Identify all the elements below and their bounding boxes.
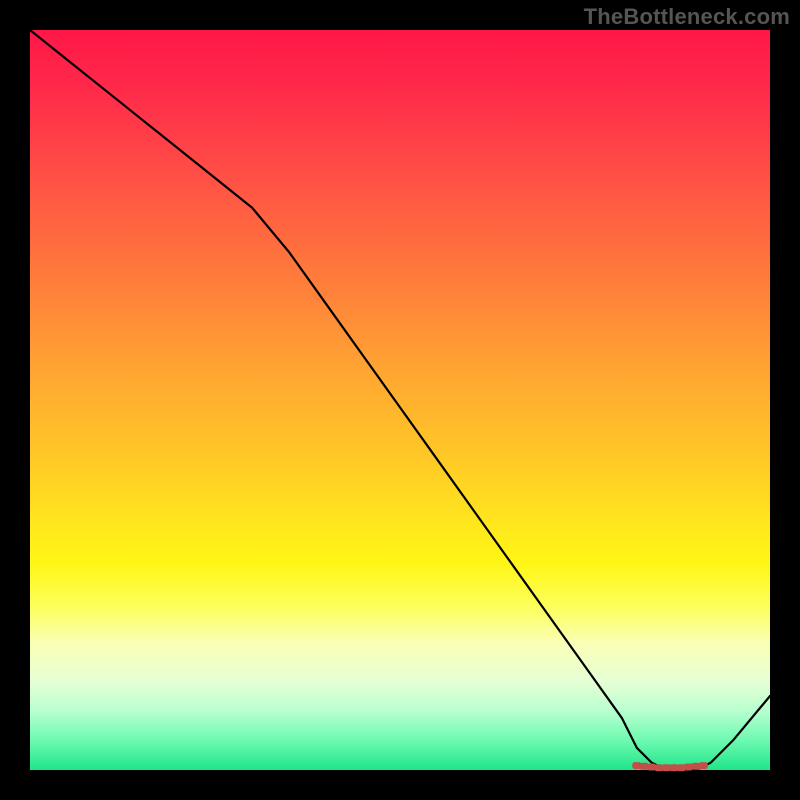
marker-point (648, 764, 656, 770)
marker-point (655, 765, 663, 771)
marker-point (685, 764, 693, 770)
chart-frame: TheBottleneck.com (0, 0, 800, 800)
optimal-zone-markers (633, 763, 708, 771)
chart-svg (30, 30, 770, 770)
marker-point (633, 763, 641, 769)
marker-point (662, 765, 670, 771)
marker-point (640, 763, 648, 769)
marker-point (677, 765, 685, 771)
marker-point (670, 765, 678, 771)
watermark-text: TheBottleneck.com (584, 4, 790, 30)
bottleneck-curve (30, 30, 770, 770)
marker-point (699, 763, 707, 769)
marker-point (692, 763, 700, 769)
